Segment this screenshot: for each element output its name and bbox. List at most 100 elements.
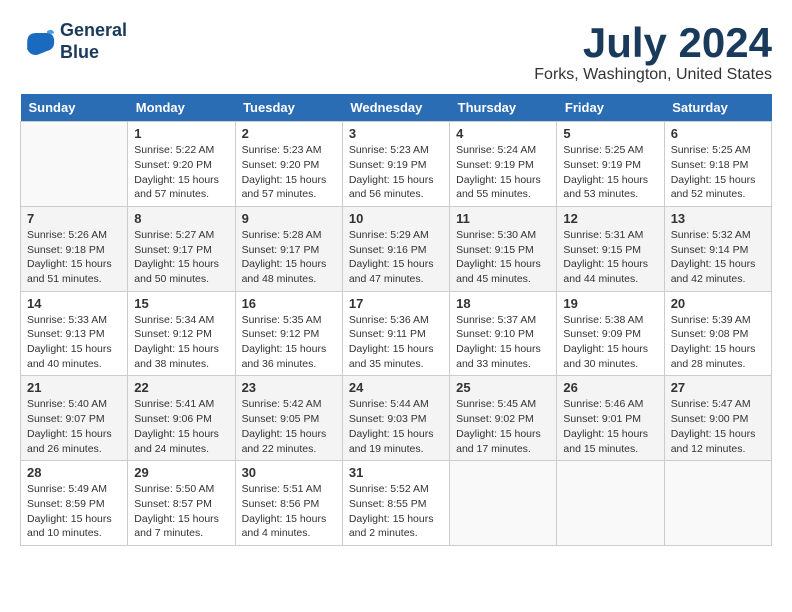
day-info: Sunrise: 5:45 AM Sunset: 9:02 PM Dayligh… xyxy=(456,397,550,456)
calendar-day-cell: 5 Sunrise: 5:25 AM Sunset: 9:19 PM Daylig… xyxy=(557,122,664,207)
day-info: Sunrise: 5:32 AM Sunset: 9:14 PM Dayligh… xyxy=(671,228,765,287)
day-number: 28 xyxy=(27,465,121,480)
weekday-header: Wednesday xyxy=(342,94,449,122)
page-header: General Blue July 2024 Forks, Washington… xyxy=(20,20,772,84)
day-number: 19 xyxy=(563,296,657,311)
day-info: Sunrise: 5:33 AM Sunset: 9:13 PM Dayligh… xyxy=(27,313,121,372)
calendar-week-row: 14 Sunrise: 5:33 AM Sunset: 9:13 PM Dayli… xyxy=(21,291,772,376)
calendar-day-cell: 10 Sunrise: 5:29 AM Sunset: 9:16 PM Dayli… xyxy=(342,206,449,291)
day-number: 21 xyxy=(27,380,121,395)
calendar-day-cell: 16Sunrise: 5:35 AM Sunset: 9:12 PM Dayli… xyxy=(235,291,342,376)
weekday-header: Friday xyxy=(557,94,664,122)
calendar-day-cell xyxy=(450,461,557,546)
calendar-day-cell xyxy=(664,461,771,546)
day-info: Sunrise: 5:23 AM Sunset: 9:20 PM Dayligh… xyxy=(242,143,336,202)
day-number: 8 xyxy=(134,211,228,226)
calendar-day-cell: 28 Sunrise: 5:49 AM Sunset: 8:59 PM Dayli… xyxy=(21,461,128,546)
day-info: Sunrise: 5:47 AM Sunset: 9:00 PM Dayligh… xyxy=(671,397,765,456)
day-info: Sunrise: 5:49 AM Sunset: 8:59 PM Dayligh… xyxy=(27,482,121,541)
day-info: Sunrise: 5:37 AM Sunset: 9:10 PM Dayligh… xyxy=(456,313,550,372)
calendar-day-cell: 24 Sunrise: 5:44 AM Sunset: 9:03 PM Dayli… xyxy=(342,376,449,461)
day-info: Sunrise: 5:27 AM Sunset: 9:17 PM Dayligh… xyxy=(134,228,228,287)
calendar-week-row: 7Sunrise: 5:26 AM Sunset: 9:18 PM Daylig… xyxy=(21,206,772,291)
day-number: 20 xyxy=(671,296,765,311)
day-number: 2 xyxy=(242,126,336,141)
day-number: 7 xyxy=(27,211,121,226)
calendar-day-cell: 29 Sunrise: 5:50 AM Sunset: 8:57 PM Dayli… xyxy=(128,461,235,546)
day-info: Sunrise: 5:40 AM Sunset: 9:07 PM Dayligh… xyxy=(27,397,121,456)
calendar-day-cell: 9 Sunrise: 5:28 AM Sunset: 9:17 PM Daylig… xyxy=(235,206,342,291)
day-info: Sunrise: 5:36 AM Sunset: 9:11 PM Dayligh… xyxy=(349,313,443,372)
calendar-day-cell: 7Sunrise: 5:26 AM Sunset: 9:18 PM Daylig… xyxy=(21,206,128,291)
day-number: 17 xyxy=(349,296,443,311)
day-number: 27 xyxy=(671,380,765,395)
calendar-day-cell: 11 Sunrise: 5:30 AM Sunset: 9:15 PM Dayli… xyxy=(450,206,557,291)
day-number: 4 xyxy=(456,126,550,141)
day-number: 25 xyxy=(456,380,550,395)
logo-line2: Blue xyxy=(60,42,99,62)
calendar-week-row: 21 Sunrise: 5:40 AM Sunset: 9:07 PM Dayli… xyxy=(21,376,772,461)
calendar-day-cell: 4 Sunrise: 5:24 AM Sunset: 9:19 PM Daylig… xyxy=(450,122,557,207)
day-info: Sunrise: 5:24 AM Sunset: 9:19 PM Dayligh… xyxy=(456,143,550,202)
day-number: 9 xyxy=(242,211,336,226)
weekday-header-row: SundayMondayTuesdayWednesdayThursdayFrid… xyxy=(21,94,772,122)
calendar-day-cell: 6Sunrise: 5:25 AM Sunset: 9:18 PM Daylig… xyxy=(664,122,771,207)
calendar-day-cell: 23Sunrise: 5:42 AM Sunset: 9:05 PM Dayli… xyxy=(235,376,342,461)
logo-icon xyxy=(20,24,56,60)
logo-line1: General xyxy=(60,20,127,40)
day-info: Sunrise: 5:39 AM Sunset: 9:08 PM Dayligh… xyxy=(671,313,765,372)
calendar-day-cell: 27 Sunrise: 5:47 AM Sunset: 9:00 PM Dayli… xyxy=(664,376,771,461)
day-info: Sunrise: 5:38 AM Sunset: 9:09 PM Dayligh… xyxy=(563,313,657,372)
day-info: Sunrise: 5:42 AM Sunset: 9:05 PM Dayligh… xyxy=(242,397,336,456)
day-number: 5 xyxy=(563,126,657,141)
day-number: 29 xyxy=(134,465,228,480)
calendar-day-cell: 13 Sunrise: 5:32 AM Sunset: 9:14 PM Dayli… xyxy=(664,206,771,291)
day-number: 22 xyxy=(134,380,228,395)
month-title: July 2024 xyxy=(534,20,772,66)
day-info: Sunrise: 5:50 AM Sunset: 8:57 PM Dayligh… xyxy=(134,482,228,541)
calendar-day-cell: 2 Sunrise: 5:23 AM Sunset: 9:20 PM Daylig… xyxy=(235,122,342,207)
day-number: 24 xyxy=(349,380,443,395)
day-info: Sunrise: 5:30 AM Sunset: 9:15 PM Dayligh… xyxy=(456,228,550,287)
logo: General Blue xyxy=(20,20,127,63)
day-number: 10 xyxy=(349,211,443,226)
calendar-day-cell: 3 Sunrise: 5:23 AM Sunset: 9:19 PM Daylig… xyxy=(342,122,449,207)
weekday-header: Thursday xyxy=(450,94,557,122)
day-info: Sunrise: 5:29 AM Sunset: 9:16 PM Dayligh… xyxy=(349,228,443,287)
calendar-day-cell: 14 Sunrise: 5:33 AM Sunset: 9:13 PM Dayli… xyxy=(21,291,128,376)
calendar-day-cell xyxy=(557,461,664,546)
day-number: 14 xyxy=(27,296,121,311)
day-number: 26 xyxy=(563,380,657,395)
day-number: 18 xyxy=(456,296,550,311)
day-info: Sunrise: 5:51 AM Sunset: 8:56 PM Dayligh… xyxy=(242,482,336,541)
day-number: 31 xyxy=(349,465,443,480)
day-info: Sunrise: 5:28 AM Sunset: 9:17 PM Dayligh… xyxy=(242,228,336,287)
weekday-header: Sunday xyxy=(21,94,128,122)
day-info: Sunrise: 5:44 AM Sunset: 9:03 PM Dayligh… xyxy=(349,397,443,456)
day-number: 30 xyxy=(242,465,336,480)
day-number: 6 xyxy=(671,126,765,141)
day-info: Sunrise: 5:46 AM Sunset: 9:01 PM Dayligh… xyxy=(563,397,657,456)
title-block: July 2024 Forks, Washington, United Stat… xyxy=(534,20,772,84)
weekday-header: Tuesday xyxy=(235,94,342,122)
calendar-table: SundayMondayTuesdayWednesdayThursdayFrid… xyxy=(20,94,772,546)
calendar-week-row: 1 Sunrise: 5:22 AM Sunset: 9:20 PM Daylig… xyxy=(21,122,772,207)
calendar-day-cell: 26 Sunrise: 5:46 AM Sunset: 9:01 PM Dayli… xyxy=(557,376,664,461)
calendar-day-cell: 19 Sunrise: 5:38 AM Sunset: 9:09 PM Dayli… xyxy=(557,291,664,376)
day-info: Sunrise: 5:23 AM Sunset: 9:19 PM Dayligh… xyxy=(349,143,443,202)
day-number: 13 xyxy=(671,211,765,226)
day-info: Sunrise: 5:52 AM Sunset: 8:55 PM Dayligh… xyxy=(349,482,443,541)
day-number: 3 xyxy=(349,126,443,141)
calendar-day-cell: 15Sunrise: 5:34 AM Sunset: 9:12 PM Dayli… xyxy=(128,291,235,376)
day-number: 11 xyxy=(456,211,550,226)
calendar-day-cell: 12Sunrise: 5:31 AM Sunset: 9:15 PM Dayli… xyxy=(557,206,664,291)
calendar-week-row: 28 Sunrise: 5:49 AM Sunset: 8:59 PM Dayli… xyxy=(21,461,772,546)
day-info: Sunrise: 5:25 AM Sunset: 9:19 PM Dayligh… xyxy=(563,143,657,202)
day-info: Sunrise: 5:35 AM Sunset: 9:12 PM Dayligh… xyxy=(242,313,336,372)
day-info: Sunrise: 5:41 AM Sunset: 9:06 PM Dayligh… xyxy=(134,397,228,456)
day-info: Sunrise: 5:22 AM Sunset: 9:20 PM Dayligh… xyxy=(134,143,228,202)
calendar-day-cell xyxy=(21,122,128,207)
calendar-day-cell: 30 Sunrise: 5:51 AM Sunset: 8:56 PM Dayli… xyxy=(235,461,342,546)
day-info: Sunrise: 5:31 AM Sunset: 9:15 PM Dayligh… xyxy=(563,228,657,287)
day-number: 1 xyxy=(134,126,228,141)
